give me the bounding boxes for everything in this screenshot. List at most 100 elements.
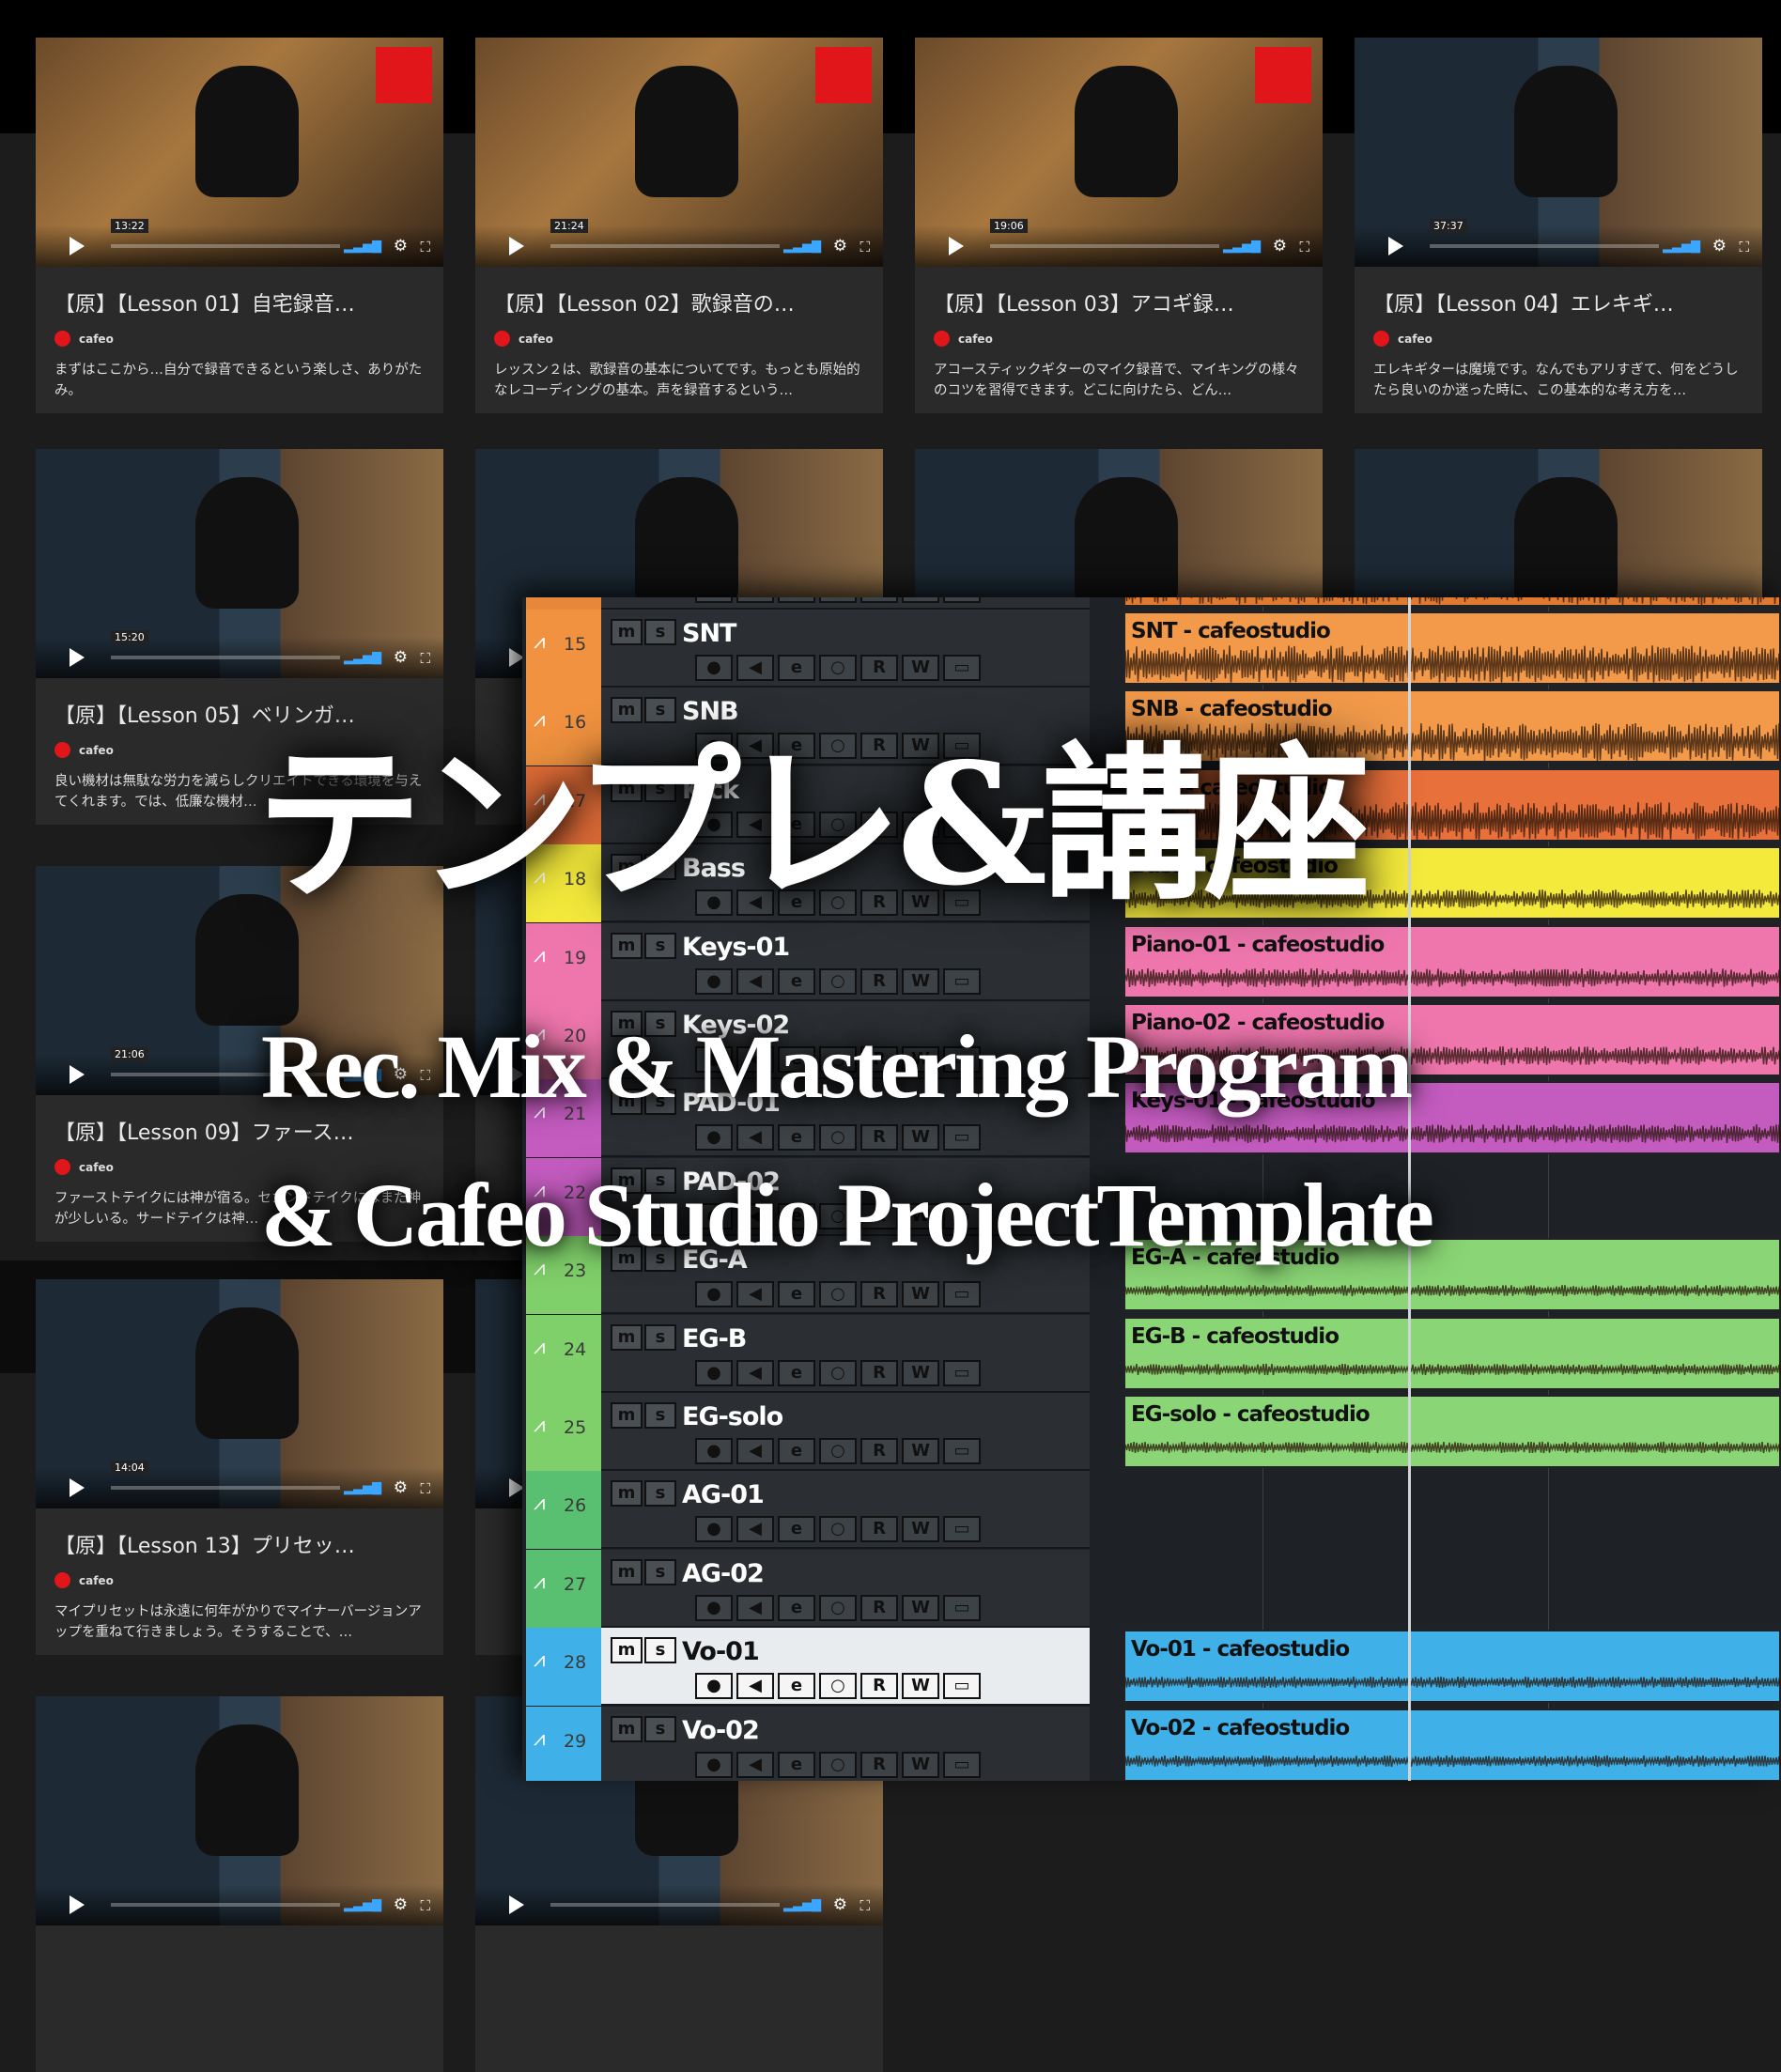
link-button[interactable]: ○ bbox=[819, 889, 857, 917]
video-thumbnail[interactable]: 19:06 ▂▃▅▇ ⚙ ⛶ bbox=[915, 38, 1323, 267]
mute-button[interactable]: m bbox=[611, 1637, 643, 1664]
track-header[interactable]: m s Vo-01 ● ◀ e ○ R W ▭ bbox=[601, 1628, 1090, 1707]
write-button[interactable]: W bbox=[902, 1281, 939, 1308]
volume-icon[interactable]: ▂▃▅▇ bbox=[1223, 240, 1261, 254]
track-name[interactable]: SNT bbox=[682, 619, 736, 648]
track-name[interactable]: EG-solo bbox=[682, 1402, 783, 1431]
channel-name[interactable]: cafeo bbox=[79, 744, 114, 757]
read-button[interactable]: R bbox=[860, 1673, 898, 1700]
audio-clip[interactable]: Piano-01 - cafeostudio bbox=[1123, 924, 1781, 998]
record-button[interactable]: ● bbox=[695, 1594, 733, 1621]
write-button[interactable]: W bbox=[902, 1673, 939, 1700]
volume-icon[interactable]: ▂▃▅▇ bbox=[344, 651, 381, 665]
volume-icon[interactable]: ▂▃▅▇ bbox=[344, 1898, 381, 1912]
edit-button[interactable]: e bbox=[778, 655, 815, 681]
gear-icon[interactable]: ⚙ bbox=[394, 1895, 408, 1914]
solo-button[interactable]: s bbox=[644, 1480, 676, 1508]
edit-button[interactable]: e bbox=[778, 1202, 815, 1229]
monitor-button[interactable]: ◀ bbox=[736, 1594, 774, 1621]
channel-name[interactable]: cafeo bbox=[958, 332, 993, 346]
volume-icon[interactable]: ▂▃▅▇ bbox=[344, 1068, 381, 1082]
inserts-button[interactable]: ▭ bbox=[943, 811, 981, 838]
inserts-button[interactable]: ▭ bbox=[943, 1202, 981, 1229]
write-button[interactable]: W bbox=[902, 811, 939, 838]
mute-button[interactable]: m bbox=[611, 1323, 643, 1351]
fullscreen-icon[interactable]: ⛶ bbox=[420, 1067, 430, 1084]
inserts-button[interactable]: ▭ bbox=[943, 889, 981, 917]
record-button[interactable]: ● bbox=[695, 1359, 733, 1386]
audio-clip[interactable]: SNB - cafeostudio bbox=[1123, 689, 1781, 764]
track-row[interactable]: ⩘ 28 m s Vo-01 ● ◀ e ○ R W ▭ Vo-01 - cafeostudio bbox=[522, 1628, 1781, 1707]
inserts-button[interactable]: ▭ bbox=[943, 1751, 981, 1778]
video-thumbnail[interactable]: 21:24 ▂▃▅▇ ⚙ ⛶ bbox=[475, 38, 883, 267]
play-icon[interactable] bbox=[1388, 237, 1403, 255]
track-name[interactable]: Vo-01 bbox=[682, 1637, 760, 1666]
mute-button[interactable]: m bbox=[611, 1167, 643, 1194]
track-row[interactable]: ⩘ 23 m s EG-A ● ◀ e ○ R W ▭ EG-A - cafeostudio bbox=[522, 1236, 1781, 1315]
track-row[interactable]: ⩘ 18 m s Bass ● ◀ e ○ R W ▭ Bass - cafeostudio bbox=[522, 844, 1781, 923]
progress-bar[interactable] bbox=[111, 1903, 340, 1907]
video-card[interactable]: 19:06 ▂▃▅▇ ⚙ ⛶ 【原】【Lesson 03】アコギ録… cafeo アコーステ… bbox=[915, 38, 1323, 413]
video-card[interactable]: 21:06 ▂▃▅▇ ⚙ ⛶ 【原】【Lesson 09】ファース… cafeo ファースト… bbox=[36, 866, 443, 1242]
audio-clip[interactable]: Piano-02 - cafeostudio bbox=[1123, 1003, 1781, 1076]
channel-name[interactable]: cafeo bbox=[1398, 332, 1433, 346]
link-button[interactable]: ○ bbox=[819, 733, 857, 760]
fullscreen-icon[interactable]: ⛶ bbox=[420, 650, 430, 667]
track-name[interactable]: EG-A bbox=[682, 1245, 748, 1275]
channel-name[interactable]: cafeo bbox=[519, 332, 553, 346]
progress-bar[interactable] bbox=[111, 244, 340, 248]
solo-button[interactable]: s bbox=[644, 1558, 676, 1585]
play-icon[interactable] bbox=[509, 1895, 524, 1914]
link-button[interactable]: ○ bbox=[819, 1594, 857, 1621]
video-title[interactable]: 【原】【Lesson 04】エレキギ… bbox=[1373, 287, 1743, 317]
video-thumbnail[interactable]: 21:06 ▂▃▅▇ ⚙ ⛶ bbox=[36, 866, 443, 1095]
video-thumbnail[interactable]: 15:20 ▂▃▅▇ ⚙ ⛶ bbox=[36, 449, 443, 678]
monitor-button[interactable]: ◀ bbox=[736, 1516, 774, 1543]
read-button[interactable]: R bbox=[860, 1046, 898, 1073]
gear-icon[interactable]: ⚙ bbox=[1273, 237, 1287, 255]
edit-button[interactable]: e bbox=[778, 1673, 815, 1700]
gear-icon[interactable]: ⚙ bbox=[394, 648, 408, 667]
read-button[interactable]: R bbox=[860, 1124, 898, 1152]
inserts-button[interactable]: ▭ bbox=[943, 597, 981, 603]
record-button[interactable]: ● bbox=[695, 1281, 733, 1308]
monitor-button[interactable]: ◀ bbox=[736, 1438, 774, 1464]
channel[interactable]: cafeo bbox=[54, 331, 425, 347]
monitor-button[interactable]: ◀ bbox=[736, 811, 774, 838]
solo-button[interactable]: s bbox=[644, 854, 676, 881]
volume-icon[interactable]: ▂▃▅▇ bbox=[783, 240, 821, 254]
video-thumbnail[interactable]: 14:04 ▂▃▅▇ ⚙ ⛶ bbox=[36, 1279, 443, 1508]
fullscreen-icon[interactable]: ⛶ bbox=[420, 1897, 430, 1914]
track-header[interactable]: m s EG-B ● ◀ e ○ R W ▭ bbox=[601, 1314, 1090, 1393]
video-card[interactable]: 37:37 ▂▃▅▇ ⚙ ⛶ 【原】【Lesson 04】エレキギ… cafeo エレキギタ… bbox=[1355, 38, 1762, 413]
track-header[interactable]: m s SNB ● ◀ e ○ R W ▭ bbox=[601, 688, 1090, 766]
progress-bar[interactable] bbox=[111, 656, 340, 659]
mute-button[interactable]: m bbox=[611, 1558, 643, 1585]
playhead-cursor[interactable] bbox=[1408, 597, 1411, 1781]
monitor-button[interactable]: ◀ bbox=[736, 1751, 774, 1778]
video-card[interactable]: ▂▃▅▇ ⚙ ⛶ bbox=[36, 1696, 443, 2072]
gear-icon[interactable]: ⚙ bbox=[1712, 237, 1727, 255]
write-button[interactable]: W bbox=[902, 1046, 939, 1073]
solo-button[interactable]: s bbox=[644, 1245, 676, 1273]
channel[interactable]: cafeo bbox=[934, 331, 1304, 347]
play-icon[interactable] bbox=[509, 237, 524, 255]
record-button[interactable]: ● bbox=[695, 1046, 733, 1073]
channel[interactable]: cafeo bbox=[54, 1159, 425, 1175]
solo-button[interactable]: s bbox=[644, 1167, 676, 1194]
inserts-button[interactable]: ▭ bbox=[943, 1594, 981, 1621]
progress-bar[interactable] bbox=[990, 244, 1219, 248]
track-name[interactable]: Keys-01 bbox=[682, 933, 790, 962]
audio-clip[interactable]: EG-A - cafeostudio bbox=[1123, 1238, 1781, 1312]
video-title[interactable]: 【原】【Lesson 13】プリセッ… bbox=[54, 1529, 425, 1559]
solo-button[interactable]: s bbox=[644, 1402, 676, 1429]
write-button[interactable]: W bbox=[902, 655, 939, 681]
record-button[interactable]: ● bbox=[695, 1438, 733, 1464]
edit-button[interactable]: e bbox=[778, 1359, 815, 1386]
edit-button[interactable]: e bbox=[778, 1124, 815, 1152]
solo-button[interactable]: s bbox=[644, 775, 676, 802]
gear-icon[interactable]: ⚙ bbox=[394, 237, 408, 255]
track-header[interactable]: m s AG-02 ● ◀ e ○ R W ▭ bbox=[601, 1549, 1090, 1628]
track-name[interactable]: PAD-01 bbox=[682, 1089, 781, 1118]
track-row[interactable]: ⩘ 21 m s PAD-01 ● ◀ e ○ R W ▭ Keys-01 - cafeostudio bbox=[522, 1079, 1781, 1158]
